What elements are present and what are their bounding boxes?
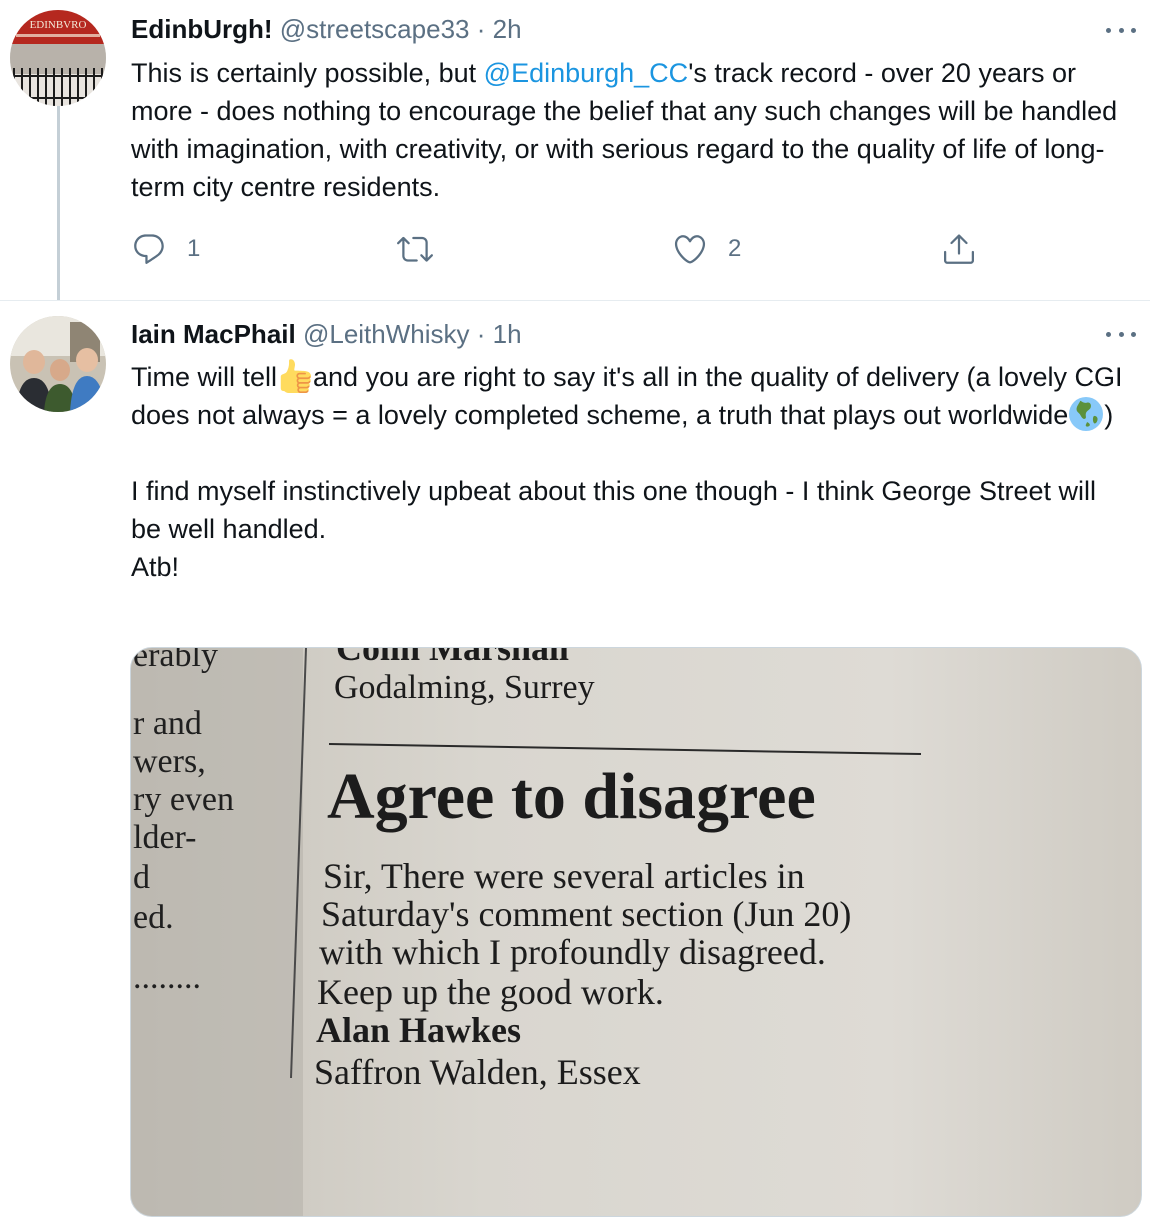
photo-left-col-text: wers, [133, 743, 206, 780]
tweet-text-segment: This is certainly possible, but [131, 58, 484, 88]
photo-left-col-text: ed. [133, 899, 174, 936]
retweet-icon [397, 236, 433, 262]
tweet[interactable]: EDINBVRO EdinbUrgh! @streetscape33 · 2h … [0, 0, 1150, 301]
photo-headline: Agree to disagree [327, 760, 816, 833]
photo-left-col-text: d [133, 859, 150, 896]
author-handle[interactable]: @LeithWhisky [303, 319, 470, 349]
photo-left-col-text: lder- [133, 819, 197, 856]
tweet-paragraph: Atb! [131, 552, 180, 582]
avatar[interactable] [10, 316, 106, 412]
photo-left-col-text: r and [133, 705, 202, 742]
reply-count: 1 [187, 235, 201, 262]
photo-location: Saffron Walden, Essex [314, 1052, 641, 1092]
reply-button[interactable]: 1 [131, 229, 200, 269]
tweet-actions: 1 2 [131, 229, 1031, 269]
tweet-header: EdinbUrgh! @streetscape33 · 2h [131, 12, 522, 46]
mention-link[interactable]: @Edinburgh_CC [484, 58, 689, 88]
attached-photo[interactable]: erably r and wers, ry even lder- d ed. .… [130, 647, 1142, 1217]
tweet-text: Time will tell and you are right to say … [131, 358, 1131, 586]
photo-letter-line: Keep up the good work. [317, 972, 664, 1012]
photo-left-col-text: erably [133, 648, 218, 674]
more-options-icon[interactable] [1106, 20, 1136, 40]
timestamp[interactable]: 2h [493, 14, 522, 44]
tweet-text-segment: Time will tell [131, 362, 278, 392]
tweet-text-segment: ) [1104, 400, 1114, 430]
photo-letter-line: Saturday's comment section (Jun 20) [321, 894, 851, 934]
avatar-sign-text: EDINBVRO [30, 19, 87, 31]
photo-letter-line: with which I profoundly disagreed. [319, 932, 826, 972]
tweet-header: Iain MacPhail @LeithWhisky · 1h [131, 317, 522, 351]
thumbs-up-icon [280, 359, 312, 393]
tweet-paragraph: I find myself instinctively upbeat about… [131, 476, 1097, 544]
author-handle[interactable]: @streetscape33 [280, 14, 470, 44]
like-button[interactable]: 2 [672, 229, 741, 269]
photo-left-col-text: ........ [133, 959, 201, 996]
more-options-icon[interactable] [1106, 324, 1136, 344]
avatar[interactable]: EDINBVRO [10, 10, 106, 106]
heart-icon [674, 235, 706, 264]
separator-dot: · [476, 319, 486, 349]
reply-icon [134, 234, 164, 264]
author-name[interactable]: Iain MacPhail [131, 319, 296, 349]
photo-left-col-text: ry even [133, 781, 234, 818]
share-button[interactable] [941, 229, 977, 269]
share-icon [944, 234, 974, 264]
photo-prev-signature: Colin Marshall [336, 648, 569, 668]
photo-letter-line: Sir, There were several articles in [323, 856, 805, 896]
photo-prev-location: Godalming, Surrey [334, 669, 595, 706]
like-count: 2 [728, 235, 742, 262]
tweet-text: This is certainly possible, but @Edinbur… [131, 54, 1131, 206]
photo-signature: Alan Hawkes [316, 1010, 521, 1050]
retweet-button[interactable] [397, 229, 453, 269]
tweet[interactable]: Iain MacPhail @LeithWhisky · 1h Time wil… [0, 301, 1150, 1220]
globe-asia-icon [1069, 397, 1104, 431]
separator-dot: · [476, 14, 486, 44]
author-name[interactable]: EdinbUrgh! [131, 14, 273, 44]
thread-connector-line [57, 106, 60, 300]
timestamp[interactable]: 1h [493, 319, 522, 349]
